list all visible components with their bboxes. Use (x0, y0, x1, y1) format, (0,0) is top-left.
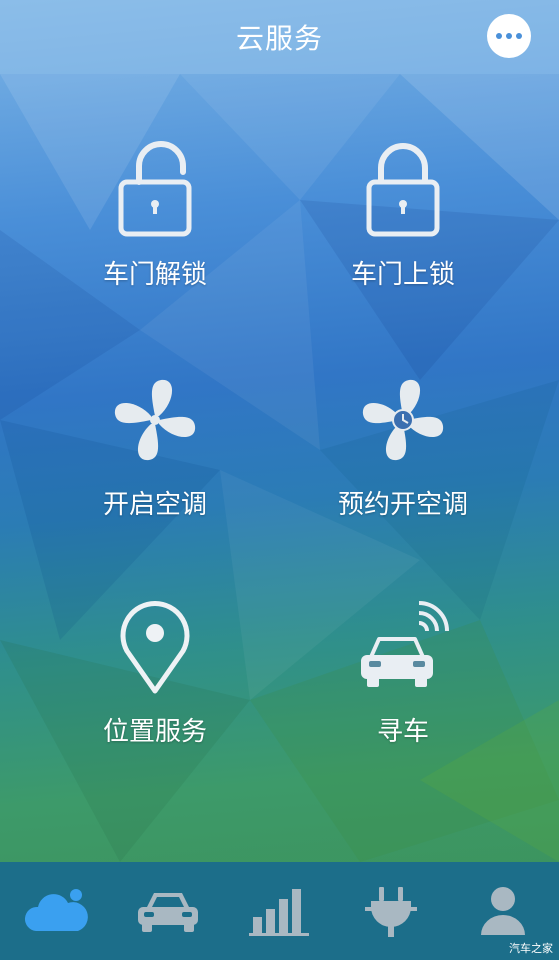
tab-cloud[interactable] (0, 862, 112, 960)
tile-label: 开启空调 (102, 490, 207, 520)
user-icon (481, 887, 526, 935)
more-dot-icon (516, 33, 522, 39)
find-car-tile[interactable]: 寻车 (293, 597, 513, 787)
plug-icon (365, 887, 418, 937)
more-dot-icon (496, 33, 502, 39)
door-unlock-tile[interactable]: 车门解锁 (45, 140, 265, 330)
fan-clock-icon (353, 370, 453, 470)
tile-label: 车门上锁 (350, 260, 455, 290)
tile-label: 预约开空调 (337, 490, 468, 520)
more-dot-icon (506, 33, 512, 39)
cloud-icon (24, 889, 88, 931)
bottom-tab-bar: 汽车之家 (0, 862, 559, 960)
more-options-button[interactable] (487, 14, 531, 58)
lock-icon (353, 140, 453, 240)
page-title: 云服务 (235, 22, 323, 55)
location-service-tile[interactable]: 位置服务 (45, 597, 265, 787)
tab-car[interactable] (112, 862, 224, 960)
car-icon (137, 893, 198, 932)
car-signal-icon (353, 597, 453, 697)
unlock-icon (105, 140, 205, 240)
tile-label: 车门解锁 (102, 260, 207, 290)
tile-label: 位置服务 (102, 717, 207, 747)
tab-charging[interactable] (335, 862, 447, 960)
fan-icon (105, 370, 205, 470)
app-header: 云服务 (0, 0, 559, 74)
tab-statistics[interactable] (224, 862, 336, 960)
door-lock-tile[interactable]: 车门上锁 (293, 140, 513, 330)
start-ac-tile[interactable]: 开启空调 (45, 370, 265, 560)
location-pin-icon (105, 597, 205, 697)
bar-chart-icon (249, 889, 310, 936)
schedule-ac-tile[interactable]: 预约开空调 (293, 370, 513, 560)
tile-label: 寻车 (376, 717, 429, 747)
watermark-text: 汽车之家 (509, 942, 553, 955)
